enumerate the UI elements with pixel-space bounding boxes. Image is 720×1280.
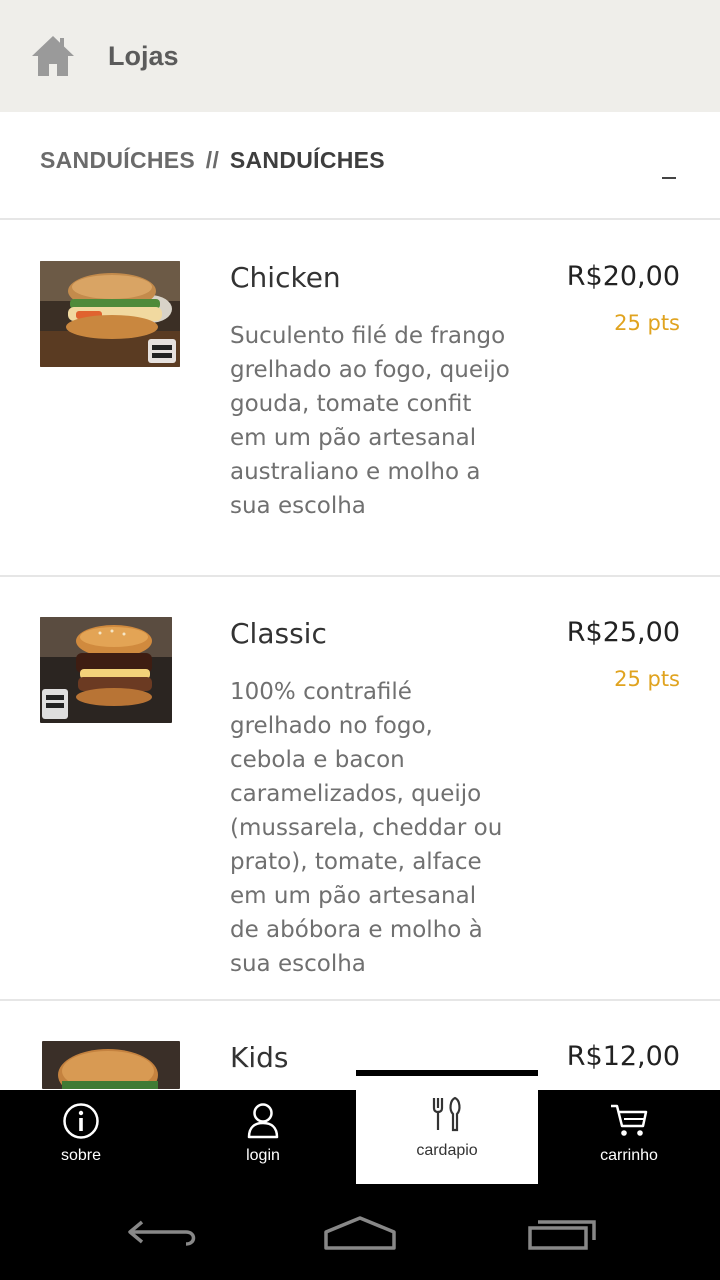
nav-carrinho[interactable]: carrinho	[539, 1090, 719, 1184]
item-points: 25 pts	[614, 311, 680, 335]
item-name: Classic	[230, 617, 327, 650]
nav-sobre[interactable]: sobre	[0, 1090, 171, 1184]
breadcrumb-subcategory: SANDUÍCHES	[229, 147, 385, 173]
nav-login[interactable]: login	[173, 1090, 353, 1184]
classic-burger-photo	[40, 617, 172, 723]
cart-icon	[611, 1104, 648, 1136]
item-description: 100% contrafilé grelhado no fogo, cebola…	[230, 679, 503, 977]
home-icon[interactable]	[30, 34, 76, 78]
collapse-icon[interactable]	[656, 158, 682, 184]
bottom-navigation: sobre login cardapio carrinho	[0, 1070, 720, 1184]
breadcrumb-category: SANDUÍCHES	[40, 147, 196, 173]
info-icon	[63, 1103, 99, 1139]
chicken-burger-photo	[40, 261, 180, 367]
item-price: R$25,00	[566, 617, 680, 648]
user-icon	[247, 1103, 279, 1139]
item-price: R$12,00	[566, 1041, 680, 1072]
kids-burger-photo	[42, 1041, 180, 1089]
home-outline-icon[interactable]	[320, 1212, 400, 1252]
nav-label: sobre	[60, 1147, 102, 1164]
system-navigation-bar	[0, 1184, 720, 1280]
menu-item[interactable]: Classic 100% contrafilé grelhado no fogo…	[0, 577, 720, 1001]
menu-item[interactable]: Chicken Suculento filé de frango grelhad…	[0, 221, 720, 577]
category-header[interactable]: SANDUÍCHES // SANDUÍCHES	[0, 112, 720, 220]
item-description: Suculento filé de frango grelhado ao fog…	[230, 323, 510, 519]
item-price: R$20,00	[566, 261, 680, 292]
nav-cardapio[interactable]: cardapio	[356, 1070, 538, 1184]
back-icon[interactable]	[122, 1212, 202, 1252]
cutlery-icon	[432, 1096, 461, 1132]
nav-label: cardapio	[416, 1142, 478, 1159]
item-name: Chicken	[230, 261, 341, 294]
page-title: Lojas	[108, 41, 179, 71]
breadcrumb: SANDUÍCHES // SANDUÍCHES	[40, 147, 385, 174]
recent-apps-icon[interactable]	[524, 1212, 604, 1252]
item-points: 25 pts	[614, 667, 680, 691]
nav-label: login	[246, 1147, 280, 1164]
app-header: Lojas	[0, 0, 720, 112]
nav-label: carrinho	[600, 1147, 658, 1164]
item-name: Kids	[230, 1041, 289, 1074]
breadcrumb-separator: //	[205, 147, 220, 173]
